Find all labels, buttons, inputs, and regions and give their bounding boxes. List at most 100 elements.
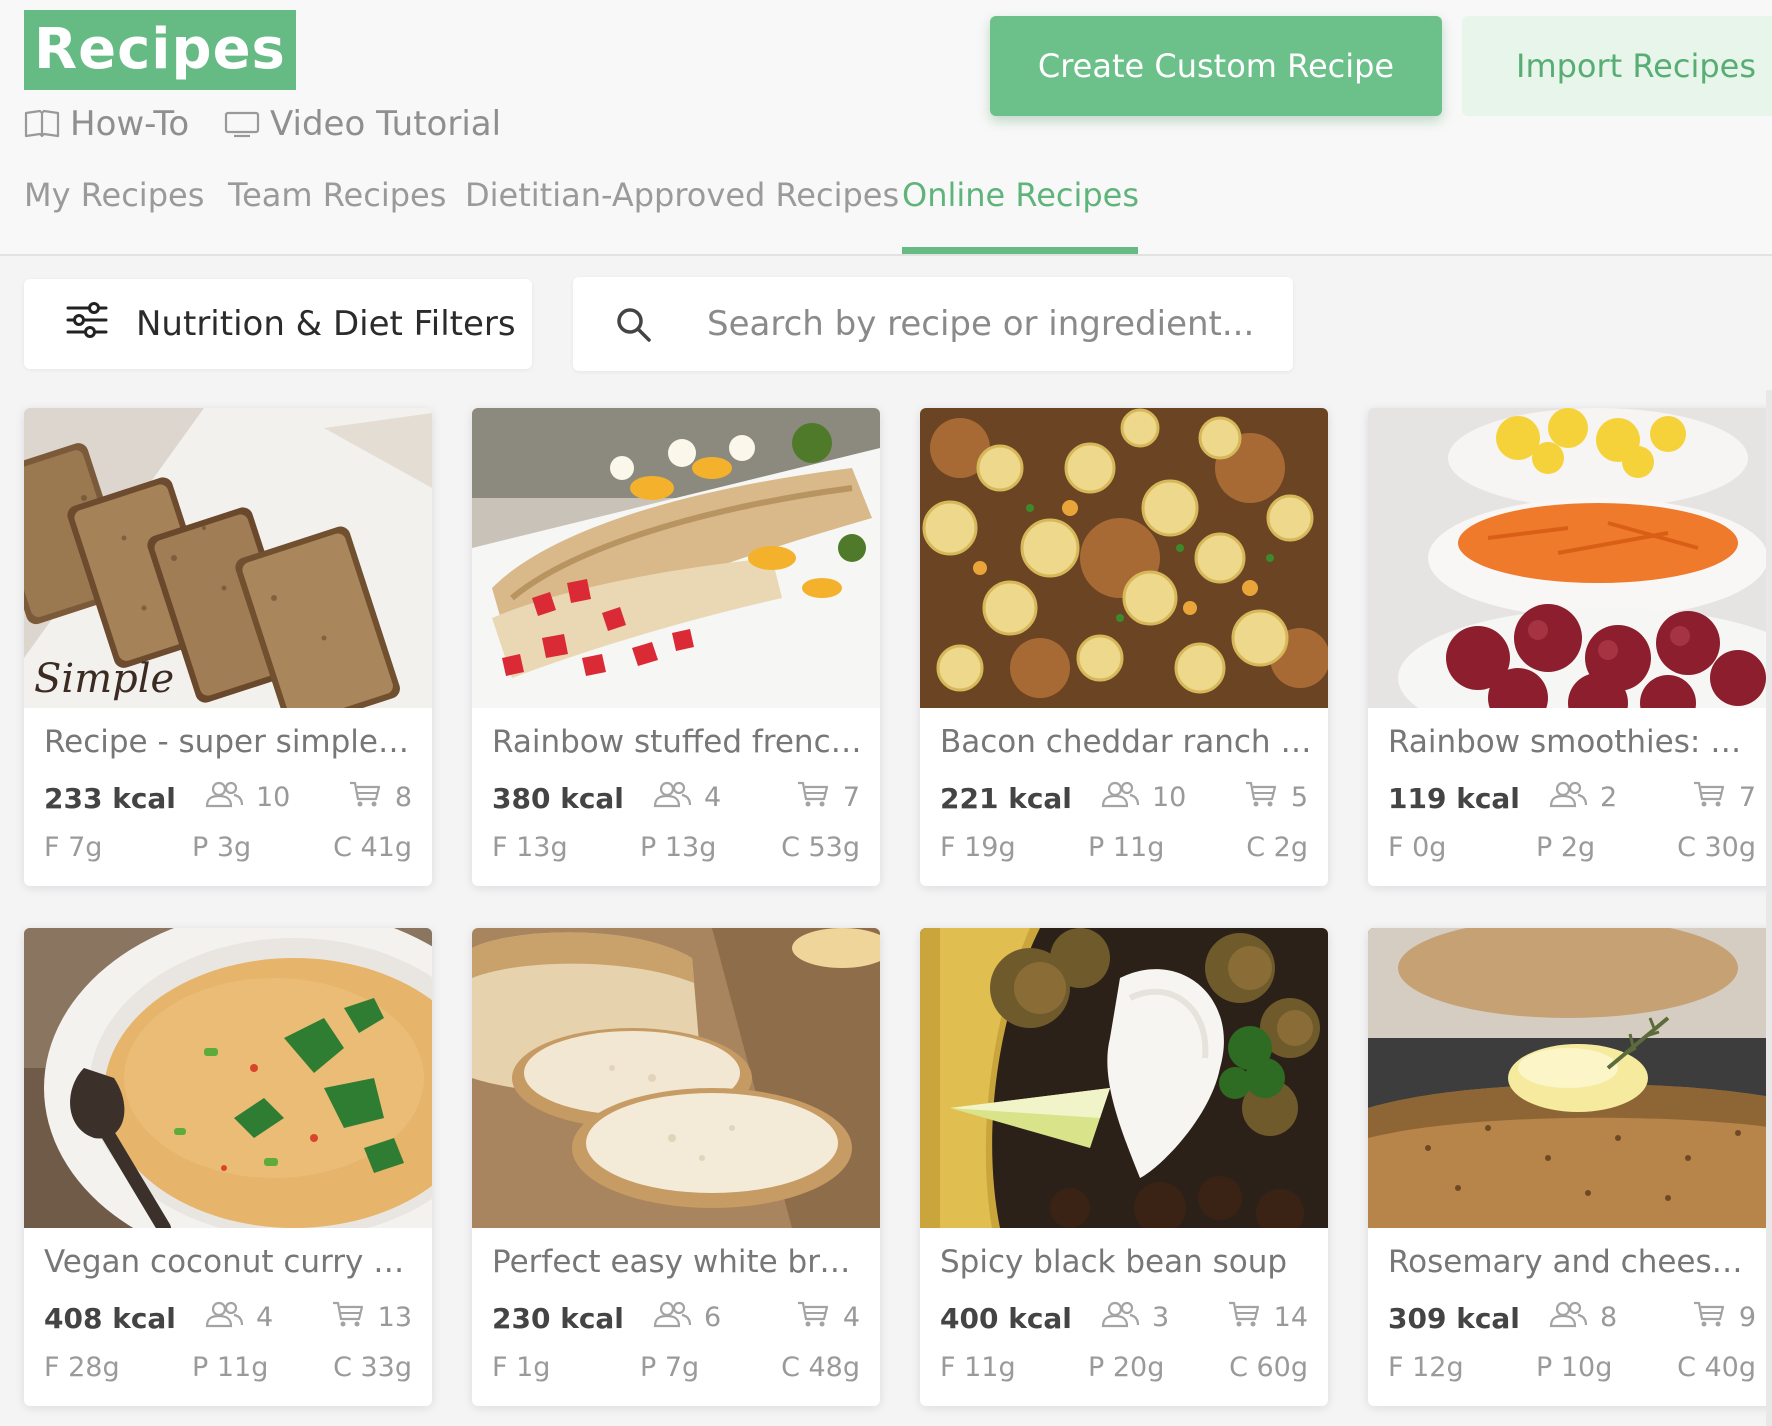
recipe-photo bbox=[920, 928, 1328, 1228]
cart-icon bbox=[332, 1300, 364, 1335]
recipe-title: Perfect easy white bread bbox=[492, 1244, 864, 1280]
recipe-photo bbox=[472, 928, 880, 1228]
people-icon bbox=[204, 780, 244, 815]
people-icon bbox=[204, 1300, 244, 1335]
tab-dietitian-approved-recipes[interactable]: Dietitian-Approved Recipes bbox=[465, 176, 899, 256]
ingredient-count-value: 7 bbox=[842, 782, 860, 813]
ingredient-count: 4 bbox=[797, 1300, 860, 1335]
servings-count: 6 bbox=[704, 1302, 722, 1333]
recipe-kcal: 408 kcal bbox=[44, 1302, 176, 1335]
people-icon bbox=[1100, 1300, 1140, 1335]
import-recipes-button[interactable]: Import Recipes bbox=[1462, 16, 1772, 116]
photo-caption: Simple bbox=[34, 656, 175, 702]
recipe-card[interactable]: Rosemary and cheese s... 309 kcal 8 9 F … bbox=[1368, 928, 1772, 1406]
video-tutorial-label: Video Tutorial bbox=[270, 104, 502, 144]
fat-value: F 0g bbox=[1388, 832, 1447, 863]
recipe-photo bbox=[1368, 928, 1772, 1228]
servings-count: 3 bbox=[1152, 1302, 1170, 1333]
servings: 10 bbox=[204, 780, 290, 815]
ingredient-count-value: 9 bbox=[1738, 1302, 1756, 1333]
scrollbar-track[interactable] bbox=[1766, 390, 1772, 1426]
nutrition-diet-filters-button[interactable]: Nutrition & Diet Filters bbox=[24, 279, 532, 369]
how-to-link[interactable]: How-To bbox=[24, 100, 189, 148]
ingredient-count: 9 bbox=[1693, 1300, 1756, 1335]
recipe-kcal: 400 kcal bbox=[940, 1302, 1072, 1335]
ingredient-count: 13 bbox=[332, 1300, 412, 1335]
recipe-photo bbox=[472, 408, 880, 708]
protein-value: P 13g bbox=[640, 832, 717, 863]
servings: 2 bbox=[1548, 780, 1617, 815]
recipe-kcal: 309 kcal bbox=[1388, 1302, 1520, 1335]
recipe-title: Rainbow smoothies: a f... bbox=[1388, 724, 1760, 760]
recipe-photo bbox=[1368, 408, 1772, 708]
cart-icon bbox=[797, 780, 829, 815]
people-icon bbox=[1548, 780, 1588, 815]
page-header: Recipes How-To Video Tutorial Create Cus… bbox=[0, 0, 1772, 256]
recipe-kcal: 119 kcal bbox=[1388, 782, 1520, 815]
carbs-value: C 53g bbox=[781, 832, 860, 863]
fat-value: F 7g bbox=[44, 832, 103, 863]
search-icon bbox=[615, 306, 653, 348]
protein-value: P 2g bbox=[1536, 832, 1596, 863]
servings: 8 bbox=[1548, 1300, 1617, 1335]
cart-icon bbox=[349, 780, 381, 815]
carbs-value: C 40g bbox=[1677, 1352, 1756, 1383]
recipe-kcal: 233 kcal bbox=[44, 782, 176, 815]
servings-count: 8 bbox=[1600, 1302, 1618, 1333]
cart-icon bbox=[1228, 1300, 1260, 1335]
recipe-card[interactable]: Perfect easy white bread 230 kcal 6 4 F … bbox=[472, 928, 880, 1406]
cart-icon bbox=[1693, 780, 1725, 815]
recipe-card[interactable]: Rainbow smoothies: a f... 119 kcal 2 7 F… bbox=[1368, 408, 1772, 886]
recipe-card[interactable]: Rainbow stuffed french... 380 kcal 4 7 F… bbox=[472, 408, 880, 886]
people-icon bbox=[1100, 780, 1140, 815]
tab-online-recipes[interactable]: Online Recipes bbox=[902, 176, 1139, 256]
servings-count: 10 bbox=[256, 782, 291, 813]
video-tutorial-link[interactable]: Video Tutorial bbox=[224, 100, 501, 148]
carbs-value: C 30g bbox=[1677, 832, 1756, 863]
how-to-label: How-To bbox=[70, 104, 190, 144]
protein-value: P 11g bbox=[1088, 832, 1165, 863]
servings: 10 bbox=[1100, 780, 1186, 815]
ingredient-count: 14 bbox=[1228, 1300, 1308, 1335]
recipe-title: Rosemary and cheese s... bbox=[1388, 1244, 1760, 1280]
recipe-card[interactable]: Simple Recipe - super simple ... 233 kca… bbox=[24, 408, 432, 886]
carbs-value: C 60g bbox=[1229, 1352, 1308, 1383]
fat-value: F 19g bbox=[940, 832, 1016, 863]
sliders-icon bbox=[66, 301, 108, 347]
create-custom-recipe-button[interactable]: Create Custom Recipe bbox=[990, 16, 1442, 116]
recipe-title: Vegan coconut curry so... bbox=[44, 1244, 416, 1280]
recipe-card[interactable]: Spicy black bean soup 400 kcal 3 14 F 11… bbox=[920, 928, 1328, 1406]
fat-value: F 13g bbox=[492, 832, 568, 863]
carbs-value: C 41g bbox=[333, 832, 412, 863]
carbs-value: C 33g bbox=[333, 1352, 412, 1383]
servings-count: 10 bbox=[1152, 782, 1187, 813]
tab-team-recipes[interactable]: Team Recipes bbox=[228, 176, 446, 256]
servings-count: 4 bbox=[256, 1302, 274, 1333]
servings: 3 bbox=[1100, 1300, 1169, 1335]
recipe-card[interactable]: Vegan coconut curry so... 408 kcal 4 13 … bbox=[24, 928, 432, 1406]
recipe-card[interactable]: Bacon cheddar ranch s... 221 kcal 10 5 F… bbox=[920, 408, 1328, 886]
recipe-title: Rainbow stuffed french... bbox=[492, 724, 864, 760]
search-input[interactable] bbox=[707, 291, 1267, 357]
recipe-title: Bacon cheddar ranch s... bbox=[940, 724, 1312, 760]
search-box bbox=[573, 277, 1293, 371]
servings: 4 bbox=[204, 1300, 273, 1335]
monitor-icon bbox=[224, 109, 260, 139]
ingredient-count-value: 8 bbox=[394, 782, 412, 813]
protein-value: P 11g bbox=[192, 1352, 269, 1383]
recipe-title: Spicy black bean soup bbox=[940, 1244, 1288, 1280]
recipe-photo: Simple bbox=[24, 408, 432, 708]
ingredient-count: 8 bbox=[349, 780, 412, 815]
active-tab-indicator bbox=[902, 247, 1138, 254]
carbs-value: C 2g bbox=[1246, 832, 1308, 863]
ingredient-count-value: 4 bbox=[842, 1302, 860, 1333]
tab-my-recipes[interactable]: My Recipes bbox=[24, 176, 204, 256]
servings: 6 bbox=[652, 1300, 721, 1335]
servings-count: 2 bbox=[1600, 782, 1618, 813]
people-icon bbox=[1548, 1300, 1588, 1335]
ingredient-count-value: 13 bbox=[377, 1302, 412, 1333]
ingredient-count-value: 7 bbox=[1738, 782, 1756, 813]
recipe-photo bbox=[24, 928, 432, 1228]
fat-value: F 28g bbox=[44, 1352, 120, 1383]
servings: 4 bbox=[652, 780, 721, 815]
